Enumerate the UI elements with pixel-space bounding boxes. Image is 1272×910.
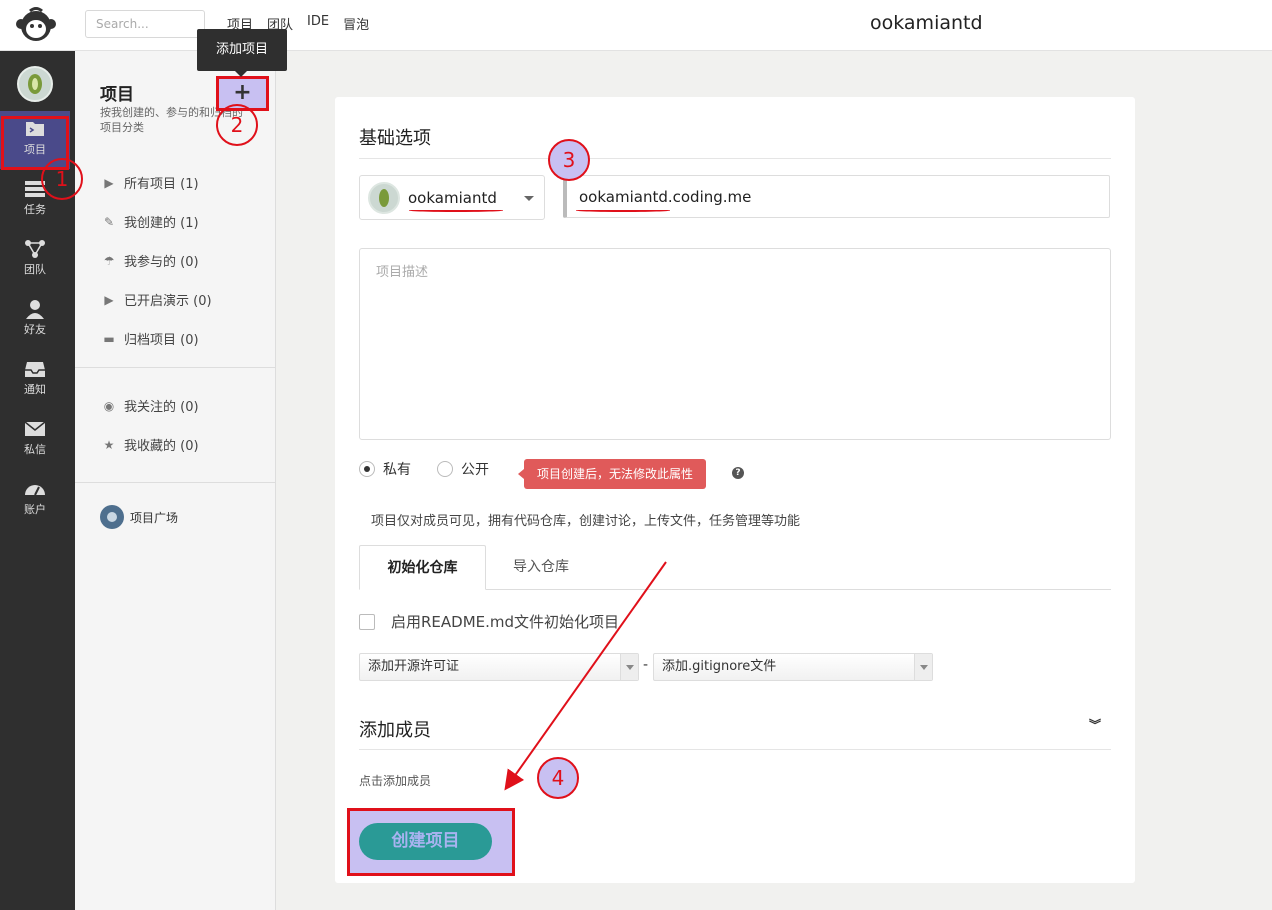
avatar[interactable]	[17, 66, 53, 102]
annotation-underline	[409, 209, 503, 212]
filter-label: 所有项目 (1)	[124, 177, 199, 192]
double-chevron-down-icon[interactable]: ︾	[1089, 716, 1101, 733]
visibility-radio-group: 私有 公开	[359, 459, 489, 479]
tab-import-repo[interactable]: 导入仓库	[496, 545, 586, 590]
folder-icon: ▶	[104, 175, 114, 190]
plaza-label: 项目广场	[130, 510, 179, 525]
owner-name: ookamiantd	[408, 188, 497, 207]
readme-checkbox[interactable]	[359, 613, 375, 630]
mail-icon	[24, 421, 46, 436]
annotation-underline	[576, 209, 670, 212]
divider	[359, 158, 1111, 159]
team-icon	[25, 240, 45, 258]
archive-icon: ▬	[103, 331, 115, 346]
sidebar-item-notifications[interactable]: 通知	[0, 351, 70, 409]
add-project-tooltip: 添加项目	[197, 29, 287, 77]
globe-icon	[100, 505, 124, 529]
sidebar-item-label: 通知	[24, 383, 46, 396]
chevron-down-icon	[524, 196, 534, 201]
license-select-value: 添加开源许可证	[368, 659, 460, 674]
dashboard-icon	[25, 485, 45, 496]
repo-tabs: 初始化仓库 导入仓库	[359, 545, 1111, 590]
nav-ide[interactable]: IDE	[307, 14, 329, 33]
sidebar-item-label: 好友	[24, 323, 46, 336]
annotation-number-3: 3	[548, 139, 590, 181]
annotation-number-4: 4	[537, 757, 579, 799]
filter-archived[interactable]: ▬ 归档项目 (0)	[102, 319, 212, 358]
sidebar-item-friends[interactable]: 好友	[0, 291, 70, 349]
owner-avatar	[368, 181, 400, 214]
owner-select[interactable]: ookamiantd	[359, 175, 545, 220]
tab-init-repo[interactable]: 初始化仓库	[359, 545, 486, 590]
visibility-warning-badge: 项目创建后，无法修改此属性	[517, 459, 707, 489]
sidebar-item-label: 账户	[24, 503, 46, 516]
filter-label: 我关注的 (0)	[124, 400, 199, 415]
radio-private[interactable]	[359, 461, 375, 477]
sidebar-item-messages[interactable]: 私信	[0, 411, 70, 469]
gitignore-select-value: 添加.gitignore文件	[662, 659, 777, 674]
panel-title: 项目	[100, 85, 134, 105]
top-bar: 项目 团队 IDE 冒泡 ookamiantd	[0, 0, 1272, 51]
kiwi-avatar-icon	[28, 74, 42, 94]
chevron-down-icon	[620, 654, 638, 680]
filter-all-projects[interactable]: ▶ 所有项目 (1)	[102, 163, 212, 202]
filter-demo[interactable]: ▶ 已开启演示 (0)	[102, 280, 212, 319]
filter-label: 我收藏的 (0)	[124, 439, 199, 454]
divider	[75, 367, 275, 368]
public-label: 公开	[461, 462, 489, 478]
project-plaza-link[interactable]: 项目广场	[100, 505, 178, 529]
play-icon: ▶	[104, 292, 114, 307]
star-icon: ★	[103, 437, 115, 452]
license-select[interactable]: 添加开源许可证	[359, 653, 639, 681]
readme-option: 启用README.md文件初始化项目	[359, 611, 619, 632]
sidebar-item-label: 团队	[24, 263, 46, 276]
user-icon	[26, 300, 44, 319]
create-project-button[interactable]: 创建项目	[359, 823, 492, 860]
radio-public[interactable]	[437, 461, 453, 477]
filter-starred[interactable]: ★ 我收藏的 (0)	[102, 425, 199, 464]
filter-created[interactable]: ✎ 我创建的 (1)	[102, 202, 212, 241]
umbrella-icon: ☂	[103, 253, 115, 268]
separator-dash: -	[643, 657, 649, 673]
edit-icon: ✎	[103, 214, 115, 229]
sidebar-item-label: 私信	[24, 443, 46, 456]
filter-label: 已开启演示 (0)	[124, 294, 212, 309]
annotation-number-2: 2	[216, 104, 258, 146]
eye-icon: ◉	[103, 398, 115, 413]
filter-label: 归档项目 (0)	[124, 333, 199, 348]
projects-panel: 项目 按我创建的、参与的和归档的项目分类 + ▶ 所有项目 (1) ✎ 我创建的 (…	[75, 51, 276, 910]
search-input[interactable]	[85, 10, 205, 38]
page-username: ookamiantd	[870, 12, 983, 34]
nav-bubble[interactable]: 冒泡	[343, 14, 369, 33]
section-title-members: 添加成员	[359, 720, 431, 741]
filter-watching[interactable]: ◉ 我关注的 (0)	[102, 386, 199, 425]
project-description-textarea[interactable]: 项目描述	[359, 248, 1111, 440]
inbox-icon	[25, 362, 45, 377]
private-label: 私有	[383, 462, 411, 478]
visibility-info: 项目仅对成员可见，拥有代码仓库，创建讨论，上传文件，任务管理等功能	[371, 514, 801, 529]
sidebar-item-account[interactable]: 账户	[0, 471, 70, 529]
divider	[359, 749, 1111, 750]
add-members-hint[interactable]: 点击添加成员	[359, 772, 431, 789]
help-icon[interactable]: ?	[732, 467, 744, 479]
gitignore-select[interactable]: 添加.gitignore文件	[653, 653, 933, 681]
sidebar-item-team[interactable]: 团队	[0, 231, 70, 289]
annotation-number-1: 1	[41, 158, 83, 200]
filter-label: 我参与的 (0)	[124, 255, 199, 270]
filter-joined[interactable]: ☂ 我参与的 (0)	[102, 241, 212, 280]
create-project-form: 基础选项 ookamiantd 项目描述 私有 公开 项目创建后，无法修改此属性…	[335, 97, 1135, 883]
sidebar-item-label: 任务	[24, 203, 46, 216]
filter-label: 我创建的 (1)	[124, 216, 199, 231]
project-filter-list: ▶ 所有项目 (1) ✎ 我创建的 (1) ☂ 我参与的 (0) ▶ 已开启演示 (0)…	[102, 163, 212, 358]
chevron-down-icon	[914, 654, 932, 680]
section-title-basic: 基础选项	[359, 128, 431, 149]
readme-label: 启用README.md文件初始化项目	[391, 613, 620, 631]
divider	[75, 482, 275, 483]
monkey-logo-icon[interactable]	[12, 4, 60, 44]
highlight-box-create: 创建项目	[347, 808, 515, 876]
project-filter-list-2: ◉ 我关注的 (0) ★ 我收藏的 (0)	[102, 386, 199, 464]
